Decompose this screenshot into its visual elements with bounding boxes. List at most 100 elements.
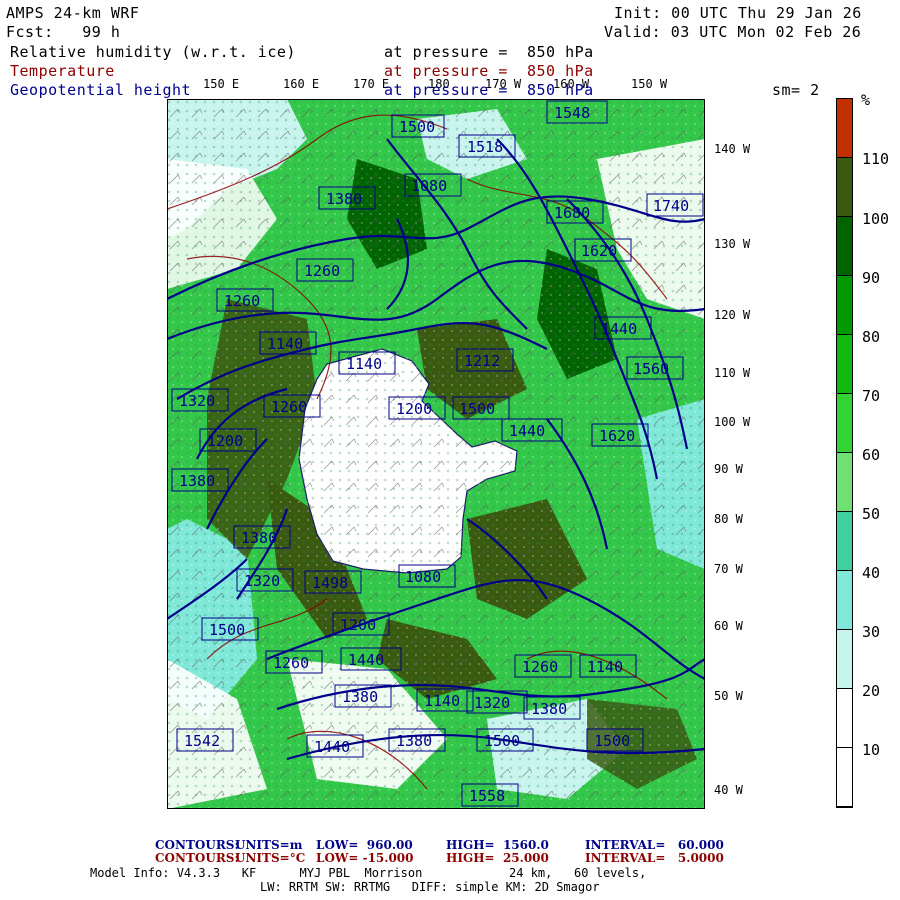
svg-text:1080: 1080 <box>411 177 447 195</box>
colorbar-tick-label: 110 <box>862 150 890 168</box>
field-temp-label: Temperature <box>10 62 115 80</box>
temp-contour-units: UNITS=°C <box>235 851 306 865</box>
svg-text:1260: 1260 <box>271 398 307 416</box>
svg-text:1518: 1518 <box>467 138 503 156</box>
height-contour-label: CONTOURS: <box>155 838 239 852</box>
colorbar-segment <box>837 571 852 630</box>
lat-label: 140 W <box>714 142 751 156</box>
map-svg: 1500 1518 1548 1740 1380 1080 1680 1620 … <box>167 99 705 809</box>
svg-text:1380: 1380 <box>326 190 362 208</box>
field-height-level: at pressure = 850 hPa <box>384 81 594 99</box>
svg-text:1560: 1560 <box>633 360 669 378</box>
svg-text:1440: 1440 <box>348 651 384 669</box>
svg-text:1200: 1200 <box>207 432 243 450</box>
temp-contour-interval: INTERVAL= 5.0000 <box>585 851 724 865</box>
colorbar <box>836 98 853 808</box>
colorbar-tick-label: 60 <box>862 446 881 464</box>
colorbar-segment <box>837 630 852 689</box>
forecast-hour: Fcst: 99 h <box>6 23 121 41</box>
model-info-line1: Model Info: V4.3.3 KF MYJ PBL Morrison 2… <box>90 866 647 880</box>
svg-text:1260: 1260 <box>522 658 558 676</box>
field-rh-label: Relative humidity (w.r.t. ice) <box>10 43 296 61</box>
svg-text:1380: 1380 <box>396 732 432 750</box>
lat-label: 70 W <box>714 562 743 576</box>
temp-contour-low: LOW= -15.000 <box>316 851 414 865</box>
height-contour-low: LOW= 960.00 <box>316 838 413 852</box>
colorbar-segment <box>837 453 852 512</box>
colorbar-tick-label: 20 <box>862 682 881 700</box>
height-contour-high: HIGH= 1560.0 <box>446 838 549 852</box>
lat-label: 80 W <box>714 512 743 526</box>
height-contour-interval: INTERVAL= 60.000 <box>585 838 724 852</box>
svg-text:1320: 1320 <box>474 694 510 712</box>
svg-text:1140: 1140 <box>424 692 460 710</box>
lat-label: 130 W <box>714 237 751 251</box>
svg-text:1380: 1380 <box>241 529 277 547</box>
svg-text:1440: 1440 <box>314 738 350 756</box>
colorbar-tick-label: 80 <box>862 328 881 346</box>
colorbar-tick-label: 30 <box>862 623 881 641</box>
colorbar-segment <box>837 276 852 335</box>
model-title: AMPS 24-km WRF <box>6 4 140 22</box>
colorbar-tick-label: 40 <box>862 564 881 582</box>
lat-label: 50 W <box>714 689 743 703</box>
svg-text:1558: 1558 <box>469 787 505 805</box>
lon-label: 160 E <box>283 77 320 91</box>
colorbar-segment <box>837 217 852 276</box>
svg-text:1140: 1140 <box>346 355 382 373</box>
svg-text:1320: 1320 <box>179 392 215 410</box>
svg-text:1740: 1740 <box>653 197 689 215</box>
colorbar-segment <box>837 158 852 217</box>
svg-text:1440: 1440 <box>601 320 637 338</box>
svg-text:1620: 1620 <box>599 427 635 445</box>
svg-text:1500: 1500 <box>209 621 245 639</box>
lon-label: 150 E <box>203 77 240 91</box>
svg-text:1500: 1500 <box>399 118 435 136</box>
valid-time: Valid: 03 UTC Mon 02 Feb 26 <box>604 23 862 41</box>
lat-label: 60 W <box>714 619 743 633</box>
lat-label: 100 W <box>714 415 751 429</box>
lat-label: 40 W <box>714 783 743 797</box>
svg-text:1440: 1440 <box>509 422 545 440</box>
svg-text:1260: 1260 <box>304 262 340 280</box>
lat-label: 90 W <box>714 462 743 476</box>
svg-text:1320: 1320 <box>244 572 280 590</box>
svg-text:1380: 1380 <box>531 700 567 718</box>
temp-contour-high: HIGH= 25.000 <box>446 851 549 865</box>
svg-text:1620: 1620 <box>581 242 617 260</box>
map-panel: 1500 1518 1548 1740 1380 1080 1680 1620 … <box>167 99 705 809</box>
svg-text:1140: 1140 <box>267 335 303 353</box>
colorbar-segment <box>837 689 852 748</box>
colorbar-tick-label: 50 <box>862 505 881 523</box>
svg-text:1380: 1380 <box>342 688 378 706</box>
svg-text:1200: 1200 <box>340 616 376 634</box>
field-rh-level: at pressure = 850 hPa <box>384 43 594 61</box>
lat-label: 120 W <box>714 308 751 322</box>
colorbar-tick-label: 10 <box>862 741 881 759</box>
svg-text:1542: 1542 <box>184 732 220 750</box>
colorbar-segment <box>837 335 852 394</box>
colorbar-segment <box>837 748 852 807</box>
svg-text:1500: 1500 <box>459 400 495 418</box>
colorbar-unit: % <box>861 91 871 109</box>
lon-label: 150 W <box>631 77 668 91</box>
smoothing-label: sm= 2 <box>772 81 820 99</box>
svg-text:1380: 1380 <box>179 472 215 490</box>
colorbar-tick-label: 70 <box>862 387 881 405</box>
colorbar-segment <box>837 394 852 453</box>
svg-text:1200: 1200 <box>396 400 432 418</box>
svg-text:1500: 1500 <box>484 732 520 750</box>
svg-text:1080: 1080 <box>405 568 441 586</box>
svg-text:1260: 1260 <box>273 654 309 672</box>
svg-text:1500: 1500 <box>594 732 630 750</box>
height-contour-units: UNITS=m <box>235 838 303 852</box>
svg-text:1212: 1212 <box>464 352 500 370</box>
svg-text:1140: 1140 <box>587 658 623 676</box>
svg-text:1260: 1260 <box>224 292 260 310</box>
colorbar-segment <box>837 512 852 571</box>
svg-text:1548: 1548 <box>554 104 590 122</box>
temp-contour-label: CONTOURS: <box>155 851 239 865</box>
colorbar-tick-label: 90 <box>862 269 881 287</box>
svg-text:1498: 1498 <box>312 574 348 592</box>
svg-text:1680: 1680 <box>554 204 590 222</box>
